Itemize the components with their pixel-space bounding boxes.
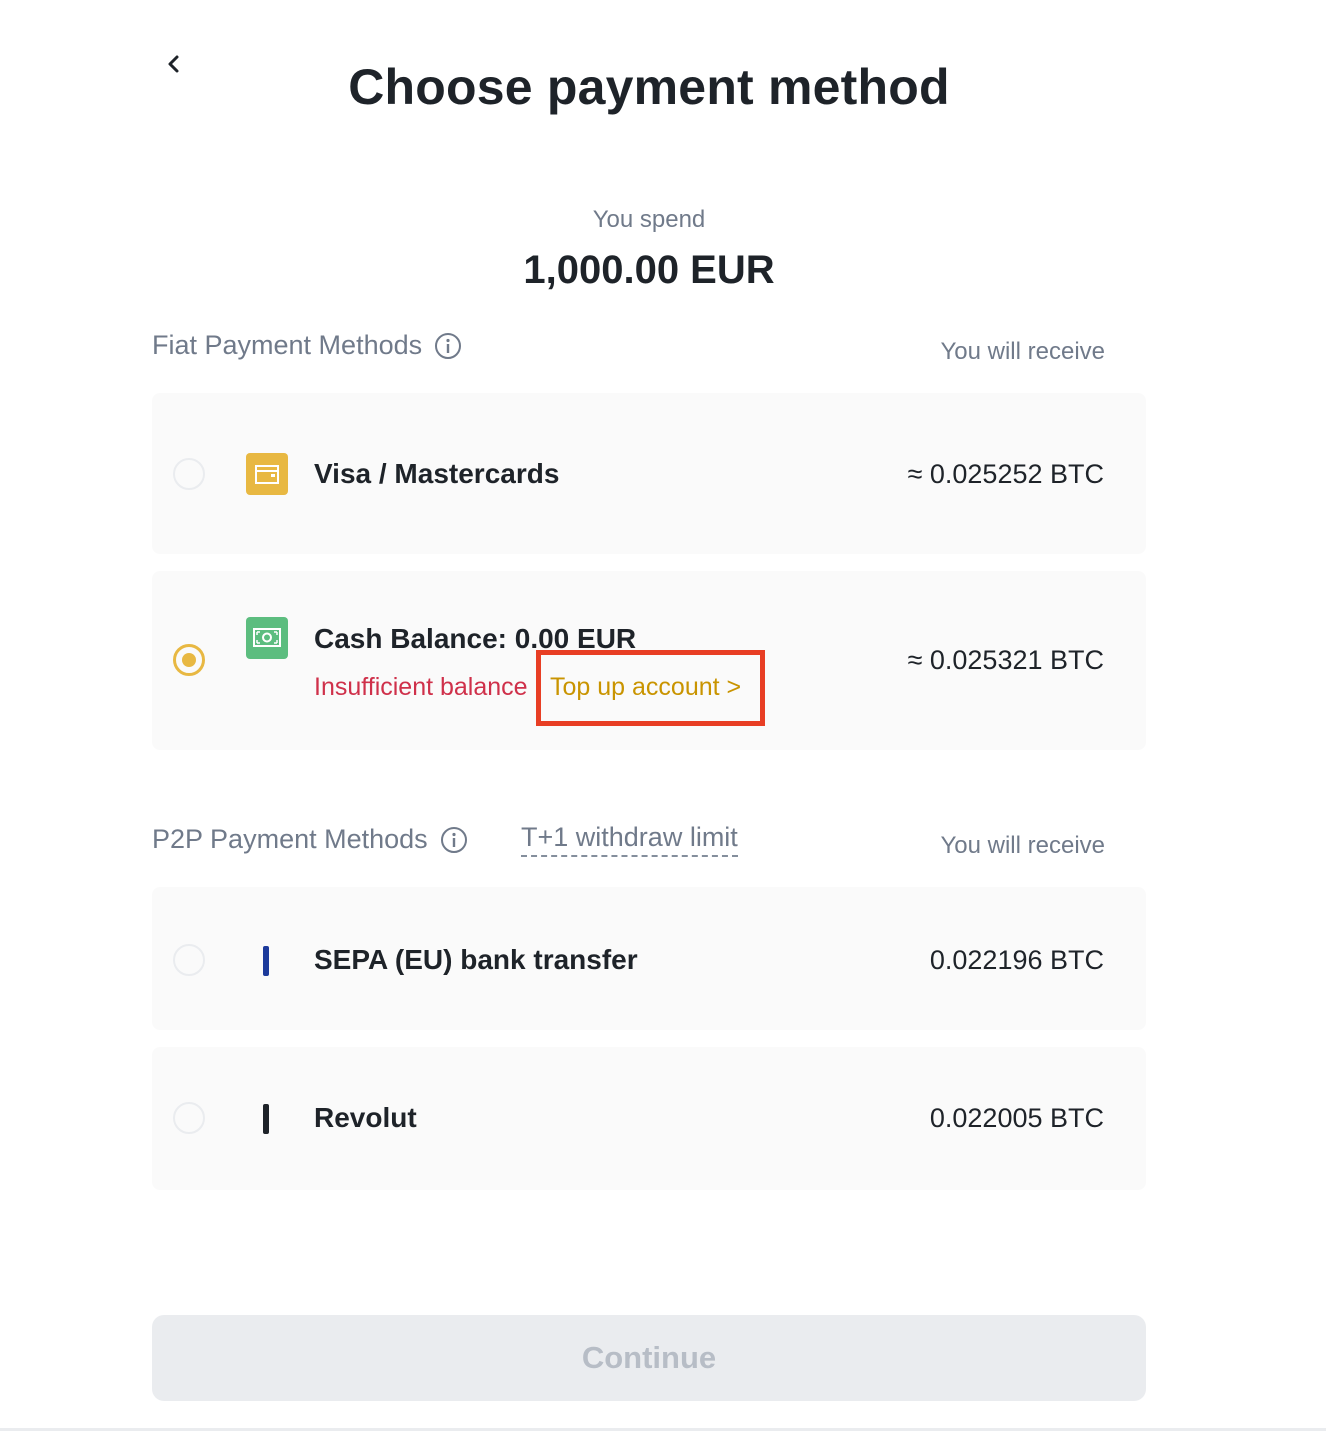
revolut-bar-icon [263,1104,269,1134]
spend-amount: 1,000.00 EUR [523,248,775,292]
method-name: Revolut [314,1102,417,1133]
payment-option-visa-mastercard[interactable]: Visa / Mastercards ≈ 0.025252 BTC [152,393,1146,554]
page-title: Choose payment method [348,59,950,115]
fiat-section-title-text: Fiat Payment Methods [152,330,423,360]
cash-icon [246,617,288,659]
payment-option-revolut[interactable]: Revolut 0.022005 BTC [152,1047,1146,1190]
method-receive-value: 0.022196 BTC [929,945,1104,975]
info-circle-icon[interactable] [434,332,462,360]
radio-revolut[interactable] [173,1102,205,1134]
radio-visa-mastercard[interactable] [173,458,205,490]
withdraw-limit-link[interactable]: T+1 withdraw limit [521,822,738,857]
continue-button[interactable]: Continue [152,1315,1146,1401]
p2p-section-header: P2P Payment Methods T+1 withdraw limit Y… [152,822,1105,864]
radio-sepa[interactable] [173,944,205,976]
method-receive-value: 0.022005 BTC [929,1103,1104,1133]
method-name: Visa / Mastercards [314,458,560,489]
info-circle-icon[interactable] [440,826,468,854]
fiat-section-header: Fiat Payment Methods You will receive [152,330,1105,370]
p2p-section-title: P2P Payment Methods [152,824,468,855]
payment-option-cash-balance[interactable]: Cash Balance: 0.00 EUR Insufficient bala… [152,571,1146,750]
insufficient-balance-warning: Insufficient balance [314,673,528,701]
card-icon [246,453,288,495]
p2p-section-title-text: P2P Payment Methods [152,824,428,854]
sepa-bar-icon [263,946,269,976]
fiat-receive-label: You will receive [940,338,1105,365]
fiat-section-title: Fiat Payment Methods [152,330,462,361]
payment-option-sepa[interactable]: SEPA (EU) bank transfer 0.022196 BTC [152,887,1146,1030]
top-up-account-link[interactable]: Top up account > [550,673,741,702]
bottom-divider [0,1428,1326,1431]
method-receive-value: ≈ 0.025252 BTC [907,459,1104,489]
p2p-receive-label: You will receive [940,832,1105,859]
method-receive-value: ≈ 0.025321 BTC [907,645,1104,675]
method-name: SEPA (EU) bank transfer [314,944,638,975]
spend-label: You spend [592,206,706,233]
radio-cash-balance[interactable] [173,644,205,676]
